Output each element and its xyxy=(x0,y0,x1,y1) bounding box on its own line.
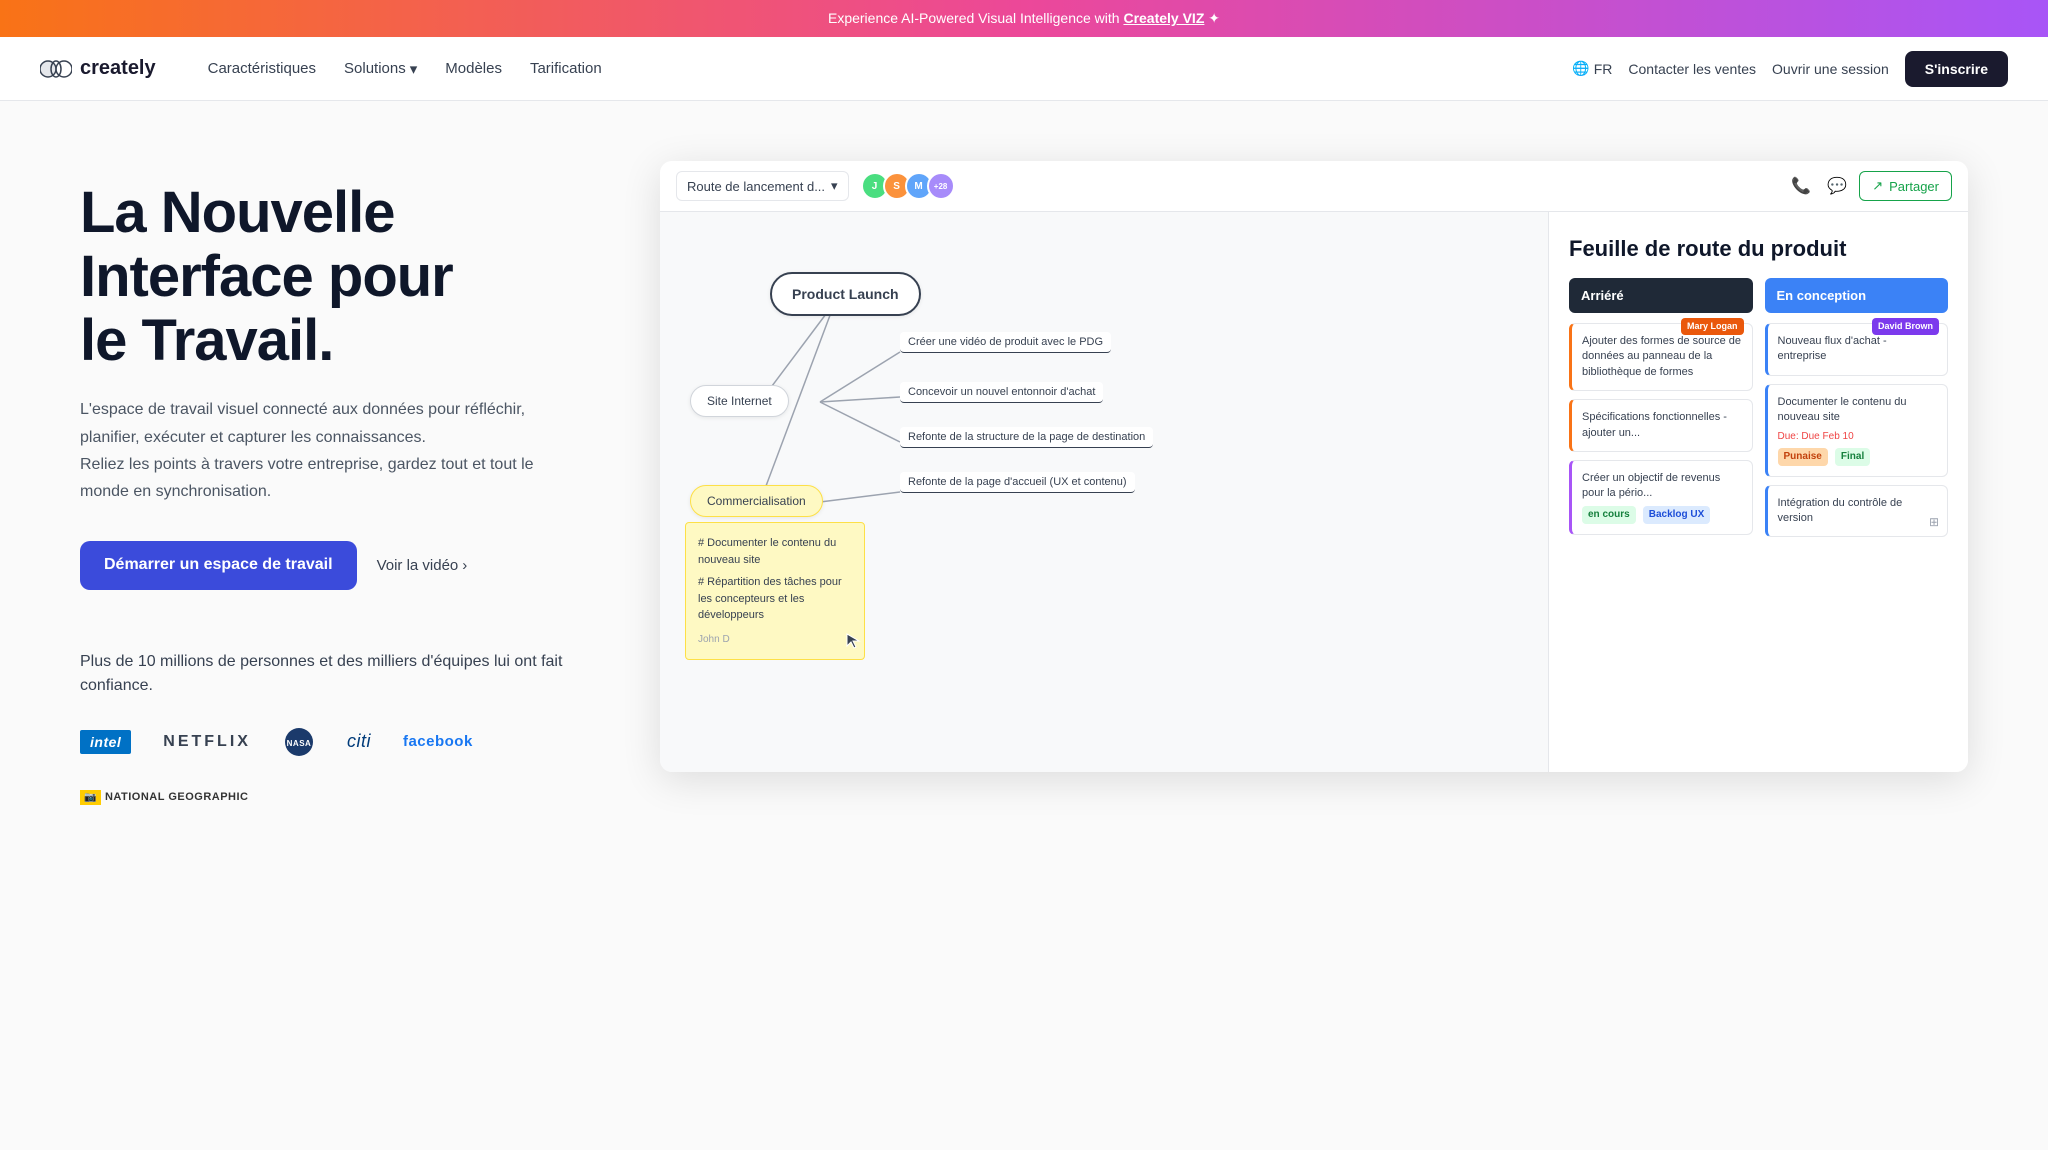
commercialisation-node[interactable]: Commercialisation xyxy=(690,485,823,517)
badge-punaise: Punaise xyxy=(1778,448,1828,466)
phone-icon[interactable]: 📞 xyxy=(1787,172,1815,200)
hero-right: Route de lancement d... ▾ J S M +28 📞 💬 … xyxy=(660,161,1968,772)
banner-text: Experience AI-Powered Visual Intelligenc… xyxy=(828,10,1123,26)
contact-sales-link[interactable]: Contacter les ventes xyxy=(1628,61,1756,77)
trust-text: Plus de 10 millions de personnes et des … xyxy=(80,650,600,698)
card-4[interactable]: David Brown Nouveau flux d'achat - entre… xyxy=(1765,323,1949,376)
user-badge-1: Mary Logan xyxy=(1681,318,1744,335)
banner-star: ✦ xyxy=(1208,10,1220,26)
card-3-badges: en cours Backlog UX xyxy=(1582,502,1742,524)
card-1[interactable]: Mary Logan Ajouter des formes de source … xyxy=(1569,323,1753,391)
hero-section: La Nouvelle Interface pour le Travail. L… xyxy=(0,101,2048,1150)
user-badge-2: David Brown xyxy=(1872,318,1939,335)
banner-link[interactable]: Creately VIZ xyxy=(1123,10,1204,26)
brand-logos: intel NETFLIX NASA citi facebook 📷 NATIO… xyxy=(80,726,600,805)
card-5-text: Documenter le contenu du nouveau site xyxy=(1778,396,1907,423)
intel-logo: intel xyxy=(80,730,131,754)
nasa-logo: NASA xyxy=(283,726,315,758)
app-canvas: Product Launch Site Internet Commerciali… xyxy=(660,212,1968,772)
col-conception-header: En conception xyxy=(1765,278,1949,313)
netflix-logo: NETFLIX xyxy=(163,733,251,751)
logo[interactable]: creately xyxy=(40,57,156,80)
chat-icon[interactable]: 💬 xyxy=(1823,172,1851,200)
column-arriere: Arriéré Mary Logan Ajouter des formes de… xyxy=(1569,278,1753,545)
card-5[interactable]: Documenter le contenu du nouveau site Du… xyxy=(1765,384,1949,477)
note-item-2: # Répartition des tâches pour les concep… xyxy=(698,574,852,624)
sticky-note[interactable]: # Documenter le contenu du nouveau site … xyxy=(685,522,865,660)
hero-buttons: Démarrer un espace de travail Voir la vi… xyxy=(80,541,600,590)
branch-3[interactable]: Refonte de la structure de la page de de… xyxy=(900,427,1153,448)
column-en-conception: En conception David Brown Nouveau flux d… xyxy=(1765,278,1949,545)
canvas-dropdown[interactable]: Route de lancement d... ▾ xyxy=(676,171,849,201)
branch-2[interactable]: Concevoir un nouvel entonnoir d'achat xyxy=(900,382,1103,403)
branch-4[interactable]: Refonte de la page d'accueil (UX et cont… xyxy=(900,472,1135,493)
note-author: John D xyxy=(698,632,852,647)
roadmap-columns: Arriéré Mary Logan Ajouter des formes de… xyxy=(1569,278,1948,545)
roadmap-panel: Feuille de route du produit Arriéré Mary… xyxy=(1548,212,1968,772)
central-node[interactable]: Product Launch xyxy=(770,272,921,316)
language-selector[interactable]: 🌐 FR xyxy=(1572,60,1612,77)
arrow-right-icon: › xyxy=(462,557,467,574)
mindmap-area: Product Launch Site Internet Commerciali… xyxy=(660,212,1548,772)
nav-modeles[interactable]: Modèles xyxy=(433,52,514,85)
cursor xyxy=(845,632,863,650)
chevron-down-icon: ▾ xyxy=(410,60,418,78)
citi-logo: citi xyxy=(347,731,371,752)
natgeo-logo: 📷 NATIONAL GEOGRAPHIC xyxy=(80,790,249,805)
site-internet-node[interactable]: Site Internet xyxy=(690,385,789,417)
nav-links: Caractéristiques Solutions ▾ Modèles Tar… xyxy=(196,52,1573,86)
svg-text:NASA: NASA xyxy=(287,739,312,748)
dropdown-chevron-icon: ▾ xyxy=(831,178,838,194)
hero-description: L'espace de travail visuel connecté aux … xyxy=(80,396,560,505)
card-5-badges: Punaise Final xyxy=(1778,444,1938,466)
card-6-text: Intégration du contrôle de version xyxy=(1778,497,1903,524)
nav-solutions[interactable]: Solutions ▾ xyxy=(332,52,429,86)
card-2[interactable]: Spécifications fonctionnelles - ajouter … xyxy=(1569,399,1753,452)
branch-1[interactable]: Créer une vidéo de produit avec le PDG xyxy=(900,332,1111,353)
cta-video-button[interactable]: Voir la vidéo › xyxy=(377,557,468,574)
signup-button[interactable]: S'inscrire xyxy=(1905,51,2008,87)
collaborator-avatars: J S M +28 xyxy=(861,172,955,200)
open-session-link[interactable]: Ouvrir une session xyxy=(1772,61,1889,77)
facebook-logo: facebook xyxy=(403,733,473,750)
app-window: Route de lancement d... ▾ J S M +28 📞 💬 … xyxy=(660,161,1968,772)
top-banner: Experience AI-Powered Visual Intelligenc… xyxy=(0,0,2048,37)
nav-caracteristiques[interactable]: Caractéristiques xyxy=(196,52,328,85)
table-icon: ⊞ xyxy=(1929,514,1939,531)
card-3-text: Créer un objectif de revenus pour la pér… xyxy=(1582,472,1720,499)
globe-icon: 🌐 xyxy=(1572,60,1589,77)
hero-title: La Nouvelle Interface pour le Travail. xyxy=(80,181,600,372)
badge-final: Final xyxy=(1835,448,1870,466)
nav-tarification[interactable]: Tarification xyxy=(518,52,614,85)
nav-right: 🌐 FR Contacter les ventes Ouvrir une ses… xyxy=(1572,51,2008,87)
roadmap-title: Feuille de route du produit xyxy=(1569,236,1948,262)
badge-backlog: Backlog UX xyxy=(1643,506,1711,524)
card-4-text: Nouveau flux d'achat - entreprise xyxy=(1778,335,1887,362)
badge-en-cours: en cours xyxy=(1582,506,1636,524)
share-button[interactable]: ↗ Partager xyxy=(1859,171,1952,201)
hero-left: La Nouvelle Interface pour le Travail. L… xyxy=(80,161,600,805)
avatar-count: +28 xyxy=(927,172,955,200)
share-icon: ↗ xyxy=(1872,178,1883,194)
cta-primary-button[interactable]: Démarrer un espace de travail xyxy=(80,541,357,590)
toolbar-icons: 📞 💬 ↗ Partager xyxy=(1787,171,1952,201)
card-1-text: Ajouter des formes de source de données … xyxy=(1582,335,1741,378)
card-3[interactable]: Créer un objectif de revenus pour la pér… xyxy=(1569,460,1753,535)
logo-text: creately xyxy=(80,57,156,80)
due-date: Due: Due Feb 10 xyxy=(1778,430,1938,444)
card-2-text: Spécifications fonctionnelles - ajouter … xyxy=(1582,411,1727,438)
note-item-1: # Documenter le contenu du nouveau site xyxy=(698,535,852,568)
app-toolbar: Route de lancement d... ▾ J S M +28 📞 💬 … xyxy=(660,161,1968,212)
logo-icon xyxy=(40,59,72,79)
card-6[interactable]: Intégration du contrôle de version ⊞ xyxy=(1765,485,1949,538)
navbar: creately Caractéristiques Solutions ▾ Mo… xyxy=(0,37,2048,101)
col-arriere-header: Arriéré xyxy=(1569,278,1753,313)
